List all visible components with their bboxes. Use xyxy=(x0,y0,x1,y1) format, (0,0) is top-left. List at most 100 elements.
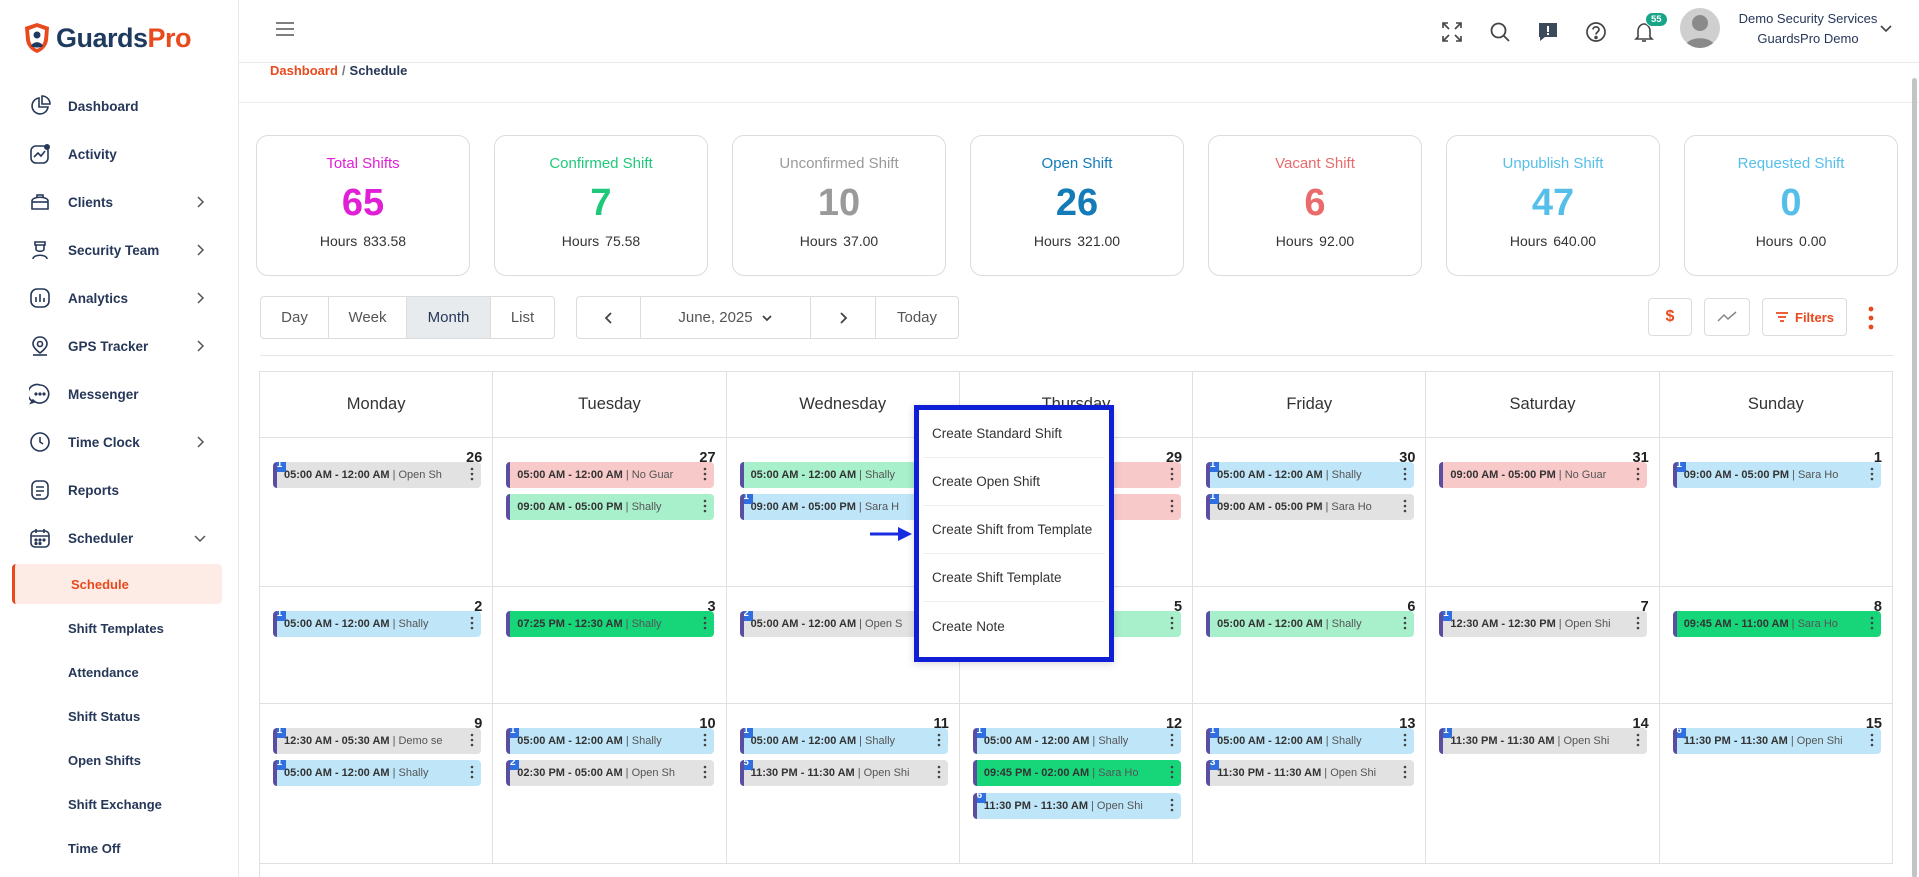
breadcrumb-dashboard-link[interactable]: Dashboard xyxy=(270,63,338,78)
shift-chip[interactable]: 1 09:00 AM - 05:00 PM | Sara Ho xyxy=(1206,494,1415,520)
shift-chip[interactable]: 1 05:00 AM - 12:00 AM | Shally xyxy=(273,611,481,637)
shift-menu-icon[interactable] xyxy=(1636,733,1640,747)
shift-chip[interactable]: 1 05:00 AM - 12:00 AM | Shally xyxy=(1206,728,1415,754)
shift-chip[interactable]: 1 05:00 AM - 12:00 AM | Shally xyxy=(1206,462,1415,488)
shift-menu-icon[interactable] xyxy=(1636,467,1640,481)
shift-menu-icon[interactable] xyxy=(703,616,707,630)
calendar-day-cell[interactable]: 6 05:00 AM - 12:00 AM | Shally xyxy=(1193,587,1427,703)
shift-menu-icon[interactable] xyxy=(1403,499,1407,513)
shift-menu-icon[interactable] xyxy=(470,467,474,481)
shift-chip[interactable]: 1 12:30 AM - 05:30 AM | Demo se xyxy=(273,728,481,754)
today-button[interactable]: Today xyxy=(876,297,958,338)
prev-period-button[interactable] xyxy=(577,297,641,338)
shift-menu-icon[interactable] xyxy=(1170,798,1174,812)
shift-chip[interactable]: 07:25 PM - 12:30 AM | Shally xyxy=(506,611,715,637)
calendar-day-cell[interactable]: 8 09:45 AM - 11:00 AM | Sara Ho xyxy=(1660,587,1893,703)
shift-menu-icon[interactable] xyxy=(1403,616,1407,630)
shift-menu-icon[interactable] xyxy=(1170,499,1174,513)
shift-chip[interactable]: 1 12:30 AM - 12:30 PM | Open Shi xyxy=(1439,611,1648,637)
calendar-day-cell[interactable]: 31 09:00 AM - 05:00 PM | No Guar xyxy=(1426,438,1660,586)
sidebar-sub-shift-templates[interactable]: Shift Templates xyxy=(0,606,239,650)
next-period-button[interactable] xyxy=(811,297,876,338)
page-scrollbar[interactable] xyxy=(1912,78,1917,877)
shift-chip[interactable]: 6 11:30 PM - 11:30 AM | Open Shi xyxy=(972,793,1181,819)
calendar-day-cell[interactable]: 11 1 05:00 AM - 12:00 AM | Shally 5 11:30 PM … xyxy=(727,704,960,863)
shift-menu-icon[interactable] xyxy=(703,499,707,513)
shift-chip[interactable]: 6 11:30 PM - 11:30 AM | Open Shi xyxy=(1672,728,1881,754)
menu-item-create-shift-template[interactable]: Create Shift Template xyxy=(923,554,1105,602)
sidebar-item-time-clock[interactable]: Time Clock xyxy=(0,418,239,466)
sidebar-item-clients[interactable]: Clients xyxy=(0,178,239,226)
shift-menu-icon[interactable] xyxy=(703,765,707,779)
calendar-day-cell[interactable]: 2 1 05:00 AM - 12:00 AM | Shally xyxy=(260,587,494,703)
shift-menu-icon[interactable] xyxy=(1403,467,1407,481)
shift-menu-icon[interactable] xyxy=(1170,733,1174,747)
shift-chip[interactable]: 09:00 AM - 05:00 PM | No Guar xyxy=(1439,462,1648,488)
shift-chip[interactable]: 05:00 AM - 12:00 AM | No Guar xyxy=(506,462,715,488)
shift-menu-icon[interactable] xyxy=(1870,733,1874,747)
chevron-down-icon[interactable] xyxy=(1879,24,1893,34)
shift-menu-icon[interactable] xyxy=(1870,616,1874,630)
cost-button[interactable]: $ xyxy=(1648,298,1692,336)
shift-menu-icon[interactable] xyxy=(937,765,941,779)
calendar-day-cell[interactable]: 15 6 11:30 PM - 11:30 AM | Open Shi xyxy=(1660,704,1893,863)
avatar[interactable] xyxy=(1680,8,1720,48)
stat-card-requested-shift[interactable]: Requested Shift 0 Hours 0.00 xyxy=(1684,135,1898,276)
stat-card-open-shift[interactable]: Open Shift 26 Hours 321.00 xyxy=(970,135,1184,276)
calendar-day-cell[interactable]: 9 1 12:30 AM - 05:30 AM | Demo se 1 05:00 AM … xyxy=(260,704,494,863)
shift-chip[interactable]: 1 05:00 AM - 12:00 AM | Shally xyxy=(972,728,1181,754)
view-day-button[interactable]: Day xyxy=(261,297,329,338)
shift-menu-icon[interactable] xyxy=(1636,616,1640,630)
search-icon[interactable] xyxy=(1485,17,1514,46)
sidebar-sub-shift-exchange[interactable]: Shift Exchange xyxy=(0,782,239,826)
bell-icon[interactable]: 55 xyxy=(1629,12,1668,46)
hamburger-menu-icon[interactable] xyxy=(275,20,295,38)
sidebar-item-gps-tracker[interactable]: GPS Tracker xyxy=(0,322,239,370)
sidebar-item-activity[interactable]: Activity xyxy=(0,130,239,178)
sidebar-sub-schedule[interactable]: Schedule xyxy=(12,564,222,604)
shift-chip[interactable]: 1 11:30 PM - 11:30 AM | Open Shi xyxy=(1439,728,1648,754)
shift-chip[interactable]: 1 05:00 AM - 12:00 AM | Shally xyxy=(506,728,715,754)
menu-item-create-note[interactable]: Create Note xyxy=(923,602,1105,650)
feedback-icon[interactable] xyxy=(1533,17,1562,46)
menu-item-create-shift-from-template[interactable]: Create Shift from Template xyxy=(923,506,1105,554)
filters-button[interactable]: Filters xyxy=(1762,298,1848,336)
view-month-button[interactable]: Month xyxy=(407,297,491,338)
stat-card-confirmed-shift[interactable]: Confirmed Shift 7 Hours 75.58 xyxy=(494,135,708,276)
calendar-day-cell[interactable]: 1 1 09:00 AM - 05:00 PM | Sara Ho xyxy=(1660,438,1893,586)
sidebar-item-analytics[interactable]: Analytics xyxy=(0,274,239,322)
shift-menu-icon[interactable] xyxy=(937,733,941,747)
shift-menu-icon[interactable] xyxy=(1403,765,1407,779)
stat-card-unpublish-shift[interactable]: Unpublish Shift 47 Hours 640.00 xyxy=(1446,135,1660,276)
trend-button[interactable] xyxy=(1704,298,1750,336)
shift-menu-icon[interactable] xyxy=(1170,765,1174,779)
sidebar-item-security-team[interactable]: Security Team xyxy=(0,226,239,274)
fullscreen-icon[interactable] xyxy=(1437,17,1466,46)
stat-card-vacant-shift[interactable]: Vacant Shift 6 Hours 92.00 xyxy=(1208,135,1422,276)
shift-chip[interactable]: 09:45 PM - 02:00 AM | Sara Ho xyxy=(972,760,1181,786)
shift-chip[interactable]: 09:00 AM - 05:00 PM | Shally xyxy=(506,494,715,520)
shift-chip[interactable]: 1 05:00 AM - 12:00 AM | Shally xyxy=(739,728,948,754)
sidebar-sub-attendance[interactable]: Attendance xyxy=(0,650,239,694)
shift-chip[interactable]: 1 05:00 AM - 12:00 AM | Shally xyxy=(273,760,481,786)
more-options-icon[interactable] xyxy=(1866,304,1876,332)
shift-menu-icon[interactable] xyxy=(470,733,474,747)
shift-chip[interactable]: 5 11:30 PM - 11:30 AM | Open Shi xyxy=(739,760,948,786)
help-icon[interactable] xyxy=(1581,17,1610,46)
calendar-day-cell[interactable]: 7 1 12:30 AM - 12:30 PM | Open Shi xyxy=(1426,587,1660,703)
shift-menu-icon[interactable] xyxy=(1870,467,1874,481)
sidebar-item-reports[interactable]: Reports xyxy=(0,466,239,514)
calendar-day-cell[interactable]: 1 3 1 05:00 AM - 12:00 AM | Shally 3 11:30 PM … xyxy=(1193,704,1427,863)
shift-chip[interactable]: 05:00 AM - 12:00 AM | Shally xyxy=(1206,611,1415,637)
calendar-day-cell[interactable]: 26 1 05:00 AM - 12:00 AM | Open Sh xyxy=(260,438,494,586)
shift-menu-icon[interactable] xyxy=(470,765,474,779)
menu-item-create-open-shift[interactable]: Create Open Shift xyxy=(923,458,1105,506)
calendar-day-cell[interactable]: 3 07:25 PM - 12:30 AM | Shally xyxy=(493,587,727,703)
view-list-button[interactable]: List xyxy=(491,297,554,338)
shift-chip[interactable]: 3 11:30 PM - 11:30 AM | Open Shi xyxy=(1206,760,1415,786)
shift-menu-icon[interactable] xyxy=(703,733,707,747)
sidebar-sub-open-shifts[interactable]: Open Shifts xyxy=(0,738,239,782)
calendar-day-cell[interactable]: 14 1 11:30 PM - 11:30 AM | Open Shi xyxy=(1426,704,1660,863)
calendar-day-cell[interactable]: 27 05:00 AM - 12:00 AM | No Guar 09:00 AM -… xyxy=(493,438,727,586)
sidebar-sub-shift-status[interactable]: Shift Status xyxy=(0,694,239,738)
